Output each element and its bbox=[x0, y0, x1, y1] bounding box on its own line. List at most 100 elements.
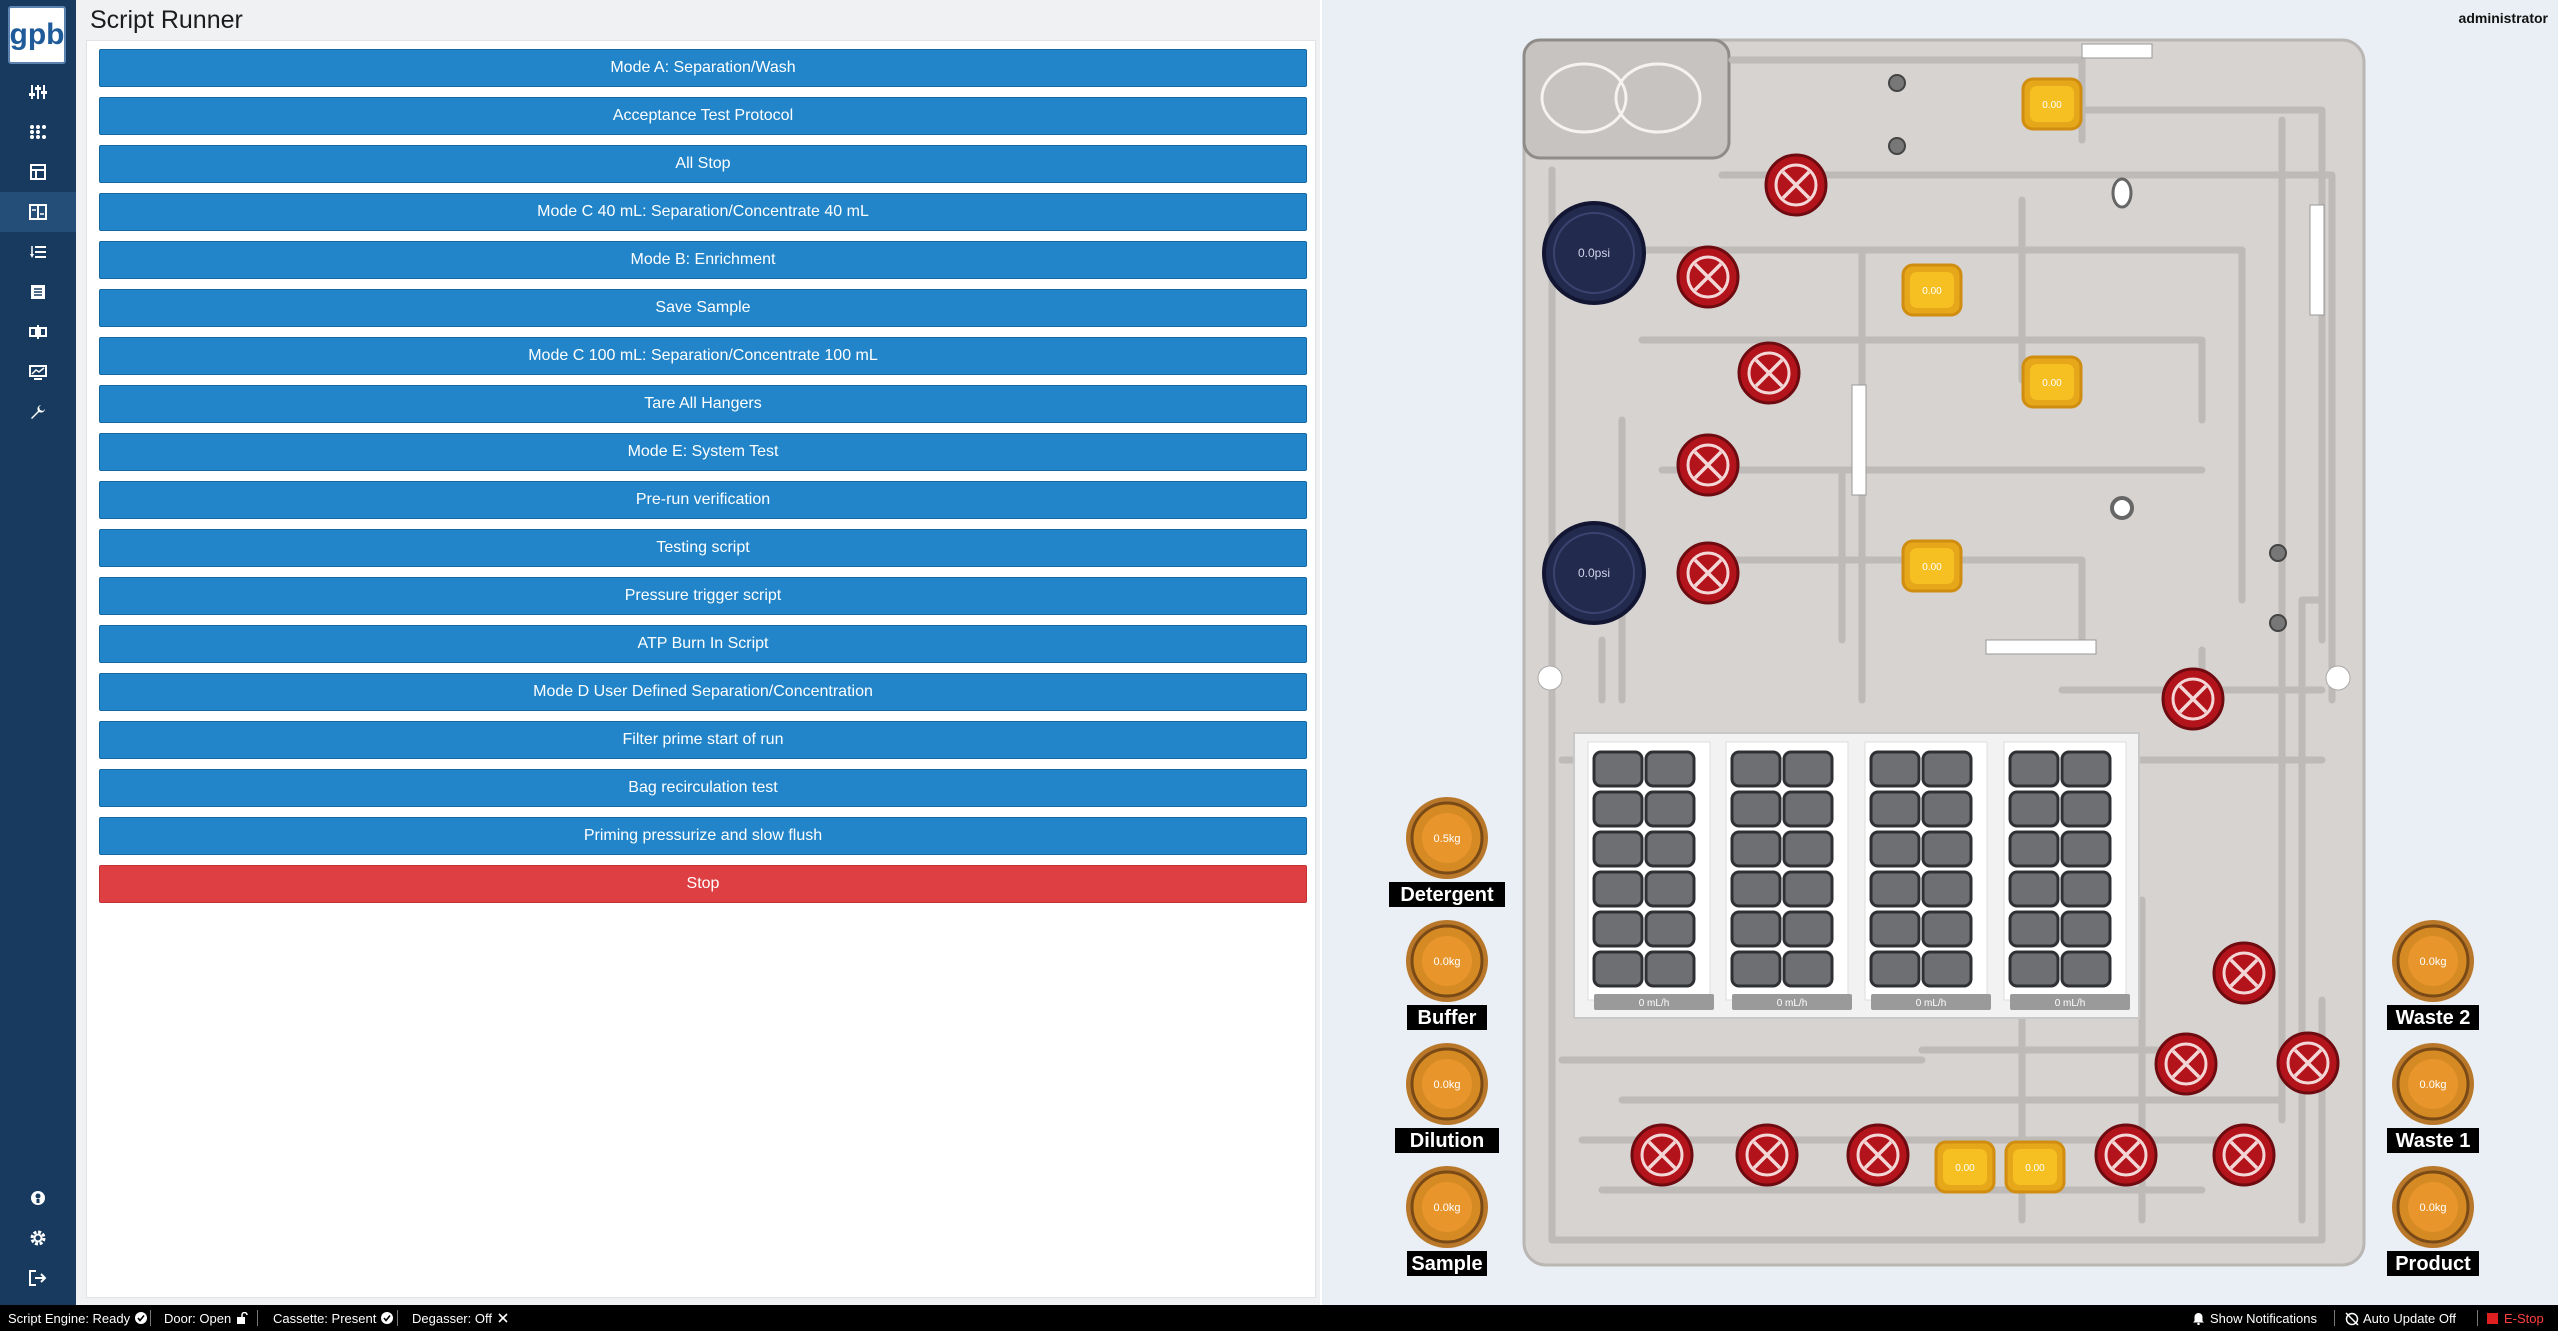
nav-grid[interactable] bbox=[0, 112, 76, 152]
valve[interactable] bbox=[1737, 341, 1801, 405]
stop-button[interactable]: Stop bbox=[99, 865, 1307, 903]
valve[interactable] bbox=[2154, 1032, 2218, 1096]
auto-update-toggle[interactable]: Auto Update Off bbox=[2345, 1305, 2456, 1331]
valve[interactable] bbox=[2212, 941, 2276, 1005]
filter-cartridge bbox=[1921, 790, 1973, 828]
valve[interactable] bbox=[1676, 245, 1740, 309]
filter-cartridge bbox=[1869, 950, 1921, 988]
wrench-icon bbox=[30, 404, 46, 420]
script-button[interactable]: Acceptance Test Protocol bbox=[99, 97, 1307, 135]
nav-user[interactable] bbox=[0, 1178, 76, 1218]
nav-list-order[interactable] bbox=[0, 232, 76, 272]
nav-table[interactable] bbox=[0, 152, 76, 192]
filter-cartridge bbox=[1644, 790, 1696, 828]
pump-readout: 0.00 bbox=[1922, 286, 1942, 297]
filter-cartridge bbox=[1782, 830, 1834, 868]
e-stop-button[interactable]: E-Stop bbox=[2487, 1305, 2544, 1331]
filter-cartridge bbox=[1730, 950, 1782, 988]
valve[interactable] bbox=[1630, 1123, 1694, 1187]
valve[interactable] bbox=[1764, 153, 1828, 217]
script-button[interactable]: Mode C 100 mL: Separation/Concentrate 10… bbox=[99, 337, 1307, 375]
show-notifications-button[interactable]: Show Notifications bbox=[2192, 1305, 2317, 1331]
nav-logout[interactable] bbox=[0, 1258, 76, 1298]
script-button[interactable]: Pressure trigger script bbox=[99, 577, 1307, 615]
filter-cartridge bbox=[1782, 790, 1834, 828]
nav-settings[interactable] bbox=[0, 1218, 76, 1258]
hanger-label: Product bbox=[2395, 1253, 2471, 1275]
script-button[interactable]: Pre-run verification bbox=[99, 481, 1307, 519]
valve[interactable] bbox=[2161, 667, 2225, 731]
valve[interactable] bbox=[2276, 1031, 2340, 1095]
nav-sliders[interactable] bbox=[0, 72, 76, 112]
filter-cartridge bbox=[1869, 750, 1921, 788]
hanger-weight: 0.0kg bbox=[2420, 1202, 2447, 1214]
hanger-weight: 0.0kg bbox=[2420, 1079, 2447, 1091]
valve[interactable] bbox=[1735, 1123, 1799, 1187]
flow-readout: 0 mL/h bbox=[1777, 998, 1808, 1009]
valve[interactable] bbox=[1676, 433, 1740, 497]
pressure-readout: 0.0psi bbox=[1578, 246, 1610, 260]
hanger-label: Waste 2 bbox=[2396, 1007, 2471, 1029]
filter-cartridge bbox=[2060, 790, 2112, 828]
script-button[interactable]: Bag recirculation test bbox=[99, 769, 1307, 807]
script-engine-status: Script Engine: Ready bbox=[8, 1305, 148, 1331]
check-circle-icon bbox=[381, 1312, 394, 1324]
gpb-logo: gpb bbox=[8, 6, 66, 64]
filter-cartridge bbox=[1921, 950, 1973, 988]
valve[interactable] bbox=[1846, 1123, 1910, 1187]
script-button[interactable]: Mode B: Enrichment bbox=[99, 241, 1307, 279]
nav-wrench[interactable] bbox=[0, 392, 76, 432]
script-button[interactable]: Priming pressurize and slow flush bbox=[99, 817, 1307, 855]
valve[interactable] bbox=[2094, 1123, 2158, 1187]
pump-readout: 0.00 bbox=[2025, 1163, 2045, 1174]
nav-document-list[interactable] bbox=[0, 272, 76, 312]
valve[interactable] bbox=[2212, 1123, 2276, 1187]
script-button[interactable]: Mode C 40 mL: Separation/Concentrate 40 … bbox=[99, 193, 1307, 231]
filter-cartridge bbox=[1644, 950, 1696, 988]
script-button[interactable]: All Stop bbox=[99, 145, 1307, 183]
script-button[interactable]: Tare All Hangers bbox=[99, 385, 1307, 423]
door-status: Door: Open bbox=[164, 1305, 248, 1331]
pump-readout: 0.00 bbox=[1955, 1163, 1975, 1174]
script-button[interactable]: Save Sample bbox=[99, 289, 1307, 327]
slot bbox=[1851, 384, 1867, 496]
script-button[interactable]: Filter prime start of run bbox=[99, 721, 1307, 759]
filter-cartridge bbox=[1921, 910, 1973, 948]
filter-cartridge bbox=[1592, 910, 1644, 948]
monitor-chart-icon bbox=[29, 364, 47, 380]
nav-script-runner[interactable] bbox=[0, 192, 76, 232]
filter-cartridge bbox=[1644, 830, 1696, 868]
valve[interactable] bbox=[1676, 541, 1740, 605]
hanger-label: Buffer bbox=[1418, 1007, 1477, 1029]
script-button[interactable]: ATP Burn In Script bbox=[99, 625, 1307, 663]
filter-cartridge bbox=[1644, 750, 1696, 788]
filter-cartridge bbox=[1730, 830, 1782, 868]
filter-cartridge bbox=[2060, 950, 2112, 988]
hanger-weight: 0.0kg bbox=[1434, 956, 1461, 968]
filter-cartridge bbox=[1644, 870, 1696, 908]
filter-cartridge bbox=[2060, 750, 2112, 788]
stop-square-icon bbox=[2487, 1312, 2498, 1324]
script-button[interactable]: Mode D User Defined Separation/Concentra… bbox=[99, 673, 1307, 711]
filter-cartridge bbox=[1730, 870, 1782, 908]
filter-cartridge bbox=[1592, 950, 1644, 988]
nav-compare[interactable] bbox=[0, 312, 76, 352]
degasser-status: Degasser: Off bbox=[412, 1305, 509, 1331]
port bbox=[1537, 665, 1563, 691]
filter-cartridge bbox=[1782, 870, 1834, 908]
filter-cartridge bbox=[2060, 870, 2112, 908]
valve-seat bbox=[1888, 74, 1906, 92]
script-button[interactable]: Mode E: System Test bbox=[99, 433, 1307, 471]
port bbox=[2325, 665, 2351, 691]
filter-cartridge bbox=[1592, 830, 1644, 868]
nav-monitor[interactable] bbox=[0, 352, 76, 392]
filter-cartridge bbox=[2008, 910, 2060, 948]
pressure-readout: 0.0psi bbox=[1578, 566, 1610, 580]
filter-cartridge bbox=[1644, 910, 1696, 948]
bell-icon bbox=[2192, 1312, 2204, 1326]
hanger-weight: 0.0kg bbox=[2420, 956, 2447, 968]
script-button[interactable]: Mode A: Separation/Wash bbox=[99, 49, 1307, 87]
script-button[interactable]: Testing script bbox=[99, 529, 1307, 567]
page-title: Script Runner bbox=[90, 6, 243, 34]
table-icon bbox=[30, 164, 46, 180]
